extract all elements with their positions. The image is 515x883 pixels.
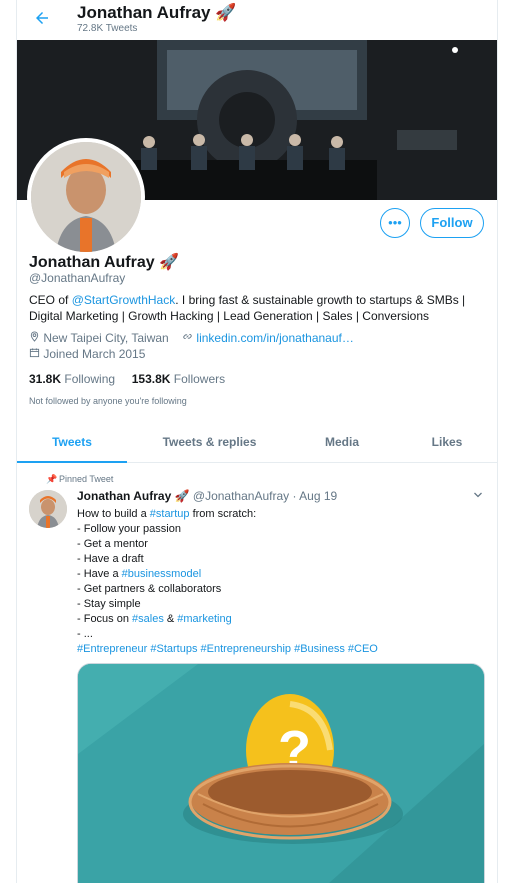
tweet-author-name[interactable]: Jonathan Aufray [77,489,171,503]
tab-likes[interactable]: Likes [407,423,487,461]
profile-name: Jonathan Aufray 🚀 [29,254,180,271]
followers-link[interactable]: 153.8K Followers [132,372,225,386]
tab-tweets[interactable]: Tweets [17,423,127,463]
profile-handle: @JonathanAufray [29,271,126,285]
profile-joined: Joined March 2015 [29,347,145,361]
tweet-author-handle[interactable]: @JonathanAufray [193,489,289,503]
tweet-media-image[interactable]: ? [77,663,485,883]
pinned-label: 📌 Pinned Tweet [46,474,114,484]
profile-avatar[interactable] [27,138,145,256]
hashtag-link[interactable]: #marketing [177,613,231,625]
tweet-header: Jonathan Aufray 🚀 @JonathanAufray · Aug … [77,489,338,503]
top-bar: Jonathan Aufray 🚀 72.8K Tweets [17,0,497,40]
profile-stats: 31.8K Following 153.8K Followers [29,372,225,386]
tweet-avatar[interactable] [29,490,67,528]
follow-button[interactable]: Follow [420,208,484,238]
back-arrow-icon[interactable] [33,9,55,31]
hashtag-link[interactable]: #startup [150,508,190,520]
bio-mention-link[interactable]: @StartGrowthHack [72,293,176,307]
profile-tabs: Tweets Tweets & replies Media Likes [17,423,497,463]
location-icon [29,331,43,345]
rocket-icon: 🚀 [215,3,237,22]
more-options-button[interactable]: ••• [380,208,410,238]
pinned-tweet[interactable]: 📌 Pinned Tweet Jonathan Aufray 🚀 @Jonath… [17,463,497,883]
calendar-icon [29,347,43,361]
header-name: Jonathan Aufray 🚀 [77,3,237,22]
header-tweet-count: 72.8K Tweets [77,23,138,34]
tweet-hashtags[interactable]: #Entrepreneur #Startups #Entrepreneurshi… [77,642,487,657]
profile-website-link[interactable]: linkedin.com/in/jonathanauf… [196,331,353,345]
profile-meta: New Taipei City, Taiwan linkedin.com/in/… [29,331,354,345]
rocket-icon: 🚀 [159,254,180,271]
rocket-icon: 🚀 [174,489,190,503]
profile-location: New Taipei City, Taiwan [43,331,169,345]
following-link[interactable]: 31.8K Following [29,372,115,386]
hashtag-link[interactable]: #sales [132,613,164,625]
chevron-down-icon[interactable] [472,489,484,504]
tweet-text: How to build a #startup from scratch: - … [77,507,487,657]
link-icon [182,331,196,345]
tweet-date[interactable]: Aug 19 [299,489,337,503]
profile-bio: CEO of @StartGrowthHack. I bring fast & … [29,293,466,323]
profile-column: Jonathan Aufray 🚀 72.8K Tweets ••• Follo… [16,0,498,883]
not-followed-note: Not followed by anyone you're following [29,396,187,406]
pin-icon: 📌 [46,474,58,484]
tab-media[interactable]: Media [297,423,387,461]
hashtag-link[interactable]: #businessmodel [122,568,202,580]
tab-tweets-replies[interactable]: Tweets & replies [142,423,277,461]
